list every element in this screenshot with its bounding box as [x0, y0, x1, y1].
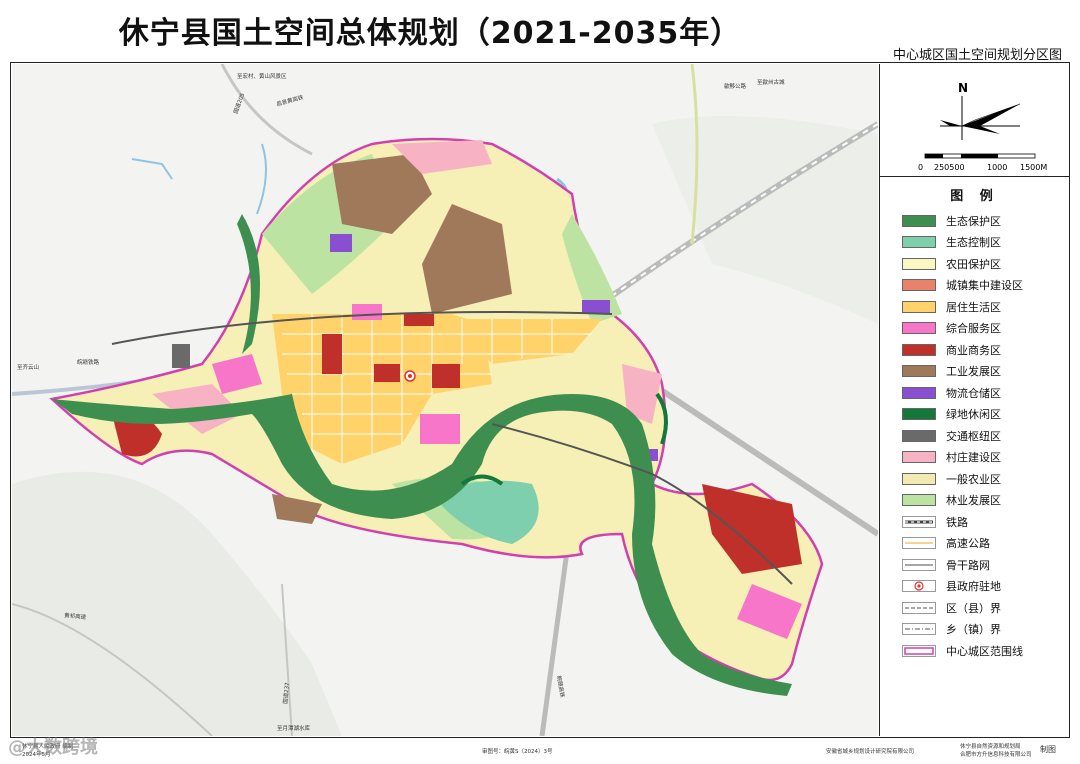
footer-bureau: 休宁县自然资源和规划局 [960, 744, 1021, 750]
transport-hub [172, 344, 190, 368]
legend-label: 生态控制区 [946, 236, 1001, 250]
commercial-block-1 [322, 334, 342, 374]
legend-swatch [902, 236, 936, 249]
legend-item: 骨干路网 [902, 554, 1069, 576]
legend-label: 骨干路网 [946, 558, 990, 572]
service-block-1 [352, 304, 382, 320]
legend-item: 绿地休闲区 [902, 404, 1069, 426]
legend-line-swatch [902, 623, 936, 636]
legend-line-swatch [902, 601, 936, 614]
legend-label: 工业发展区 [946, 365, 1001, 379]
scale-label-0: 0 [918, 163, 923, 172]
legend-label: 绿地休闲区 [946, 408, 1001, 422]
legend-item: 商业商务区 [902, 339, 1069, 361]
footer-company: 合肥市方升信息科技有限公司 [960, 752, 1032, 758]
legend-item: 农田保护区 [902, 253, 1069, 275]
commercial-block-3 [432, 364, 460, 388]
legend-swatch [902, 300, 936, 313]
map-canvas: 至宏村、黄山风景区 至歙州古城 歙黟公路 至齐云山 国道205 昌景黄高铁 皖赣… [12, 64, 878, 736]
logistics-block-1 [330, 234, 352, 252]
legend-item: 工业发展区 [902, 361, 1069, 383]
legend-label: 居住生活区 [946, 300, 1001, 314]
legend-label: 一般农业区 [946, 472, 1001, 486]
label-to-yuetan: 至月潭湖水库 [277, 724, 311, 732]
legend-line-swatch [902, 580, 936, 593]
legend-swatch [902, 472, 936, 485]
legend-swatch [902, 214, 936, 227]
legend-line-swatch [902, 644, 936, 657]
legend-label: 高速公路 [946, 537, 990, 551]
legend-swatch [902, 365, 936, 378]
legend-swatch [902, 257, 936, 270]
legend-item: 交通枢纽区 [902, 425, 1069, 447]
legend-swatch [902, 429, 936, 442]
compass-scale: N 0 250500 1000 1500M [880, 64, 1069, 177]
label-to-qiyunshan: 至齐云山 [17, 363, 39, 371]
legend-item: 一般农业区 [902, 468, 1069, 490]
scale-label-1500m: 1500M [1020, 163, 1047, 172]
label-sheyi-road: 歙黟公路 [724, 82, 747, 90]
legend-label: 城镇集中建设区 [946, 279, 1023, 293]
legend-swatch [902, 451, 936, 464]
legend-swatch [902, 386, 936, 399]
legend-item: 城镇集中建设区 [902, 275, 1069, 297]
north-label: N [958, 81, 968, 95]
legend-swatch [902, 408, 936, 421]
legend-swatch [902, 494, 936, 507]
label-wangan-rail: 皖赣铁路 [77, 358, 100, 366]
legend-item: 铁路 [902, 511, 1069, 533]
legend-item: 区（县）界 [902, 597, 1069, 619]
legend-label: 林业发展区 [946, 494, 1001, 508]
legend-item: 乡（镇）界 [902, 619, 1069, 641]
legend-label: 商业商务区 [946, 343, 1001, 357]
footer-made: 制图 [1040, 745, 1056, 754]
legend-label: 村庄建设区 [946, 451, 1001, 465]
legend-item: 居住生活区 [902, 296, 1069, 318]
legend-line-swatch [902, 537, 936, 550]
service-block-2 [420, 414, 460, 444]
legend-label: 交通枢纽区 [946, 429, 1001, 443]
legend-item: 县政府驻地 [902, 576, 1069, 598]
legend-label: 综合服务区 [946, 322, 1001, 336]
legend-swatch [902, 322, 936, 335]
legend-label: 生态保护区 [946, 214, 1001, 228]
legend-title: 图 例 [950, 189, 999, 204]
legend-label: 乡（镇）界 [946, 623, 1001, 637]
legend-item: 林业发展区 [902, 490, 1069, 512]
label-to-shezhou: 至歙州古城 [757, 78, 785, 86]
legend-item: 中心城区范围线 [902, 640, 1069, 662]
legend-label: 县政府驻地 [946, 580, 1001, 594]
legend-swatch [902, 279, 936, 292]
county-government-dot [408, 374, 412, 378]
commercial-block-2 [374, 364, 400, 382]
scale-label-250500: 250500 [934, 163, 965, 172]
legend-item: 生态保护区 [902, 210, 1069, 232]
footer-approval-number: 审图号：皖黄S（2024）3号 [482, 749, 553, 755]
legend-item: 物流仓储区 [902, 382, 1069, 404]
scale-label-1000: 1000 [987, 163, 1007, 172]
map-title: 休宁县国土空间总体规划（2021-2035年） [118, 16, 742, 51]
logistics-block-2 [582, 300, 610, 314]
map-subtitle: 中心城区国土空间规划分区图 [892, 48, 1062, 63]
label-to-hongcun: 至宏村、黄山风景区 [237, 72, 287, 80]
legend-label: 区（县）界 [946, 601, 1001, 615]
legend-item: 综合服务区 [902, 318, 1069, 340]
commercial-block-4 [404, 314, 434, 326]
legend-label: 中心城区范围线 [946, 644, 1023, 658]
legend-line-swatch [902, 558, 936, 571]
legend-line-swatch [902, 515, 936, 528]
legend-label: 铁路 [946, 515, 968, 529]
legend-item: 高速公路 [902, 533, 1069, 555]
legend-label: 农田保护区 [946, 257, 1001, 271]
footer-institute: 安徽省城乡规划设计研究院有限公司 [826, 749, 915, 755]
north-arrow-icon: N 0 250500 1000 1500M [918, 81, 1047, 172]
legend-swatch [902, 343, 936, 356]
legend-list: 生态保护区生态控制区农田保护区城镇集中建设区 居住生活区综合服务区商业商务区工业发… [880, 210, 1069, 662]
legend-item: 村庄建设区 [902, 447, 1069, 469]
legend-panel: N 0 250500 1000 1500M 图 例 生态保护区生态控制区农田保护… [879, 64, 1069, 736]
watermark: @大数跨境 [8, 737, 98, 758]
legend-label: 物流仓储区 [946, 386, 1001, 400]
legend-item: 生态控制区 [902, 232, 1069, 254]
